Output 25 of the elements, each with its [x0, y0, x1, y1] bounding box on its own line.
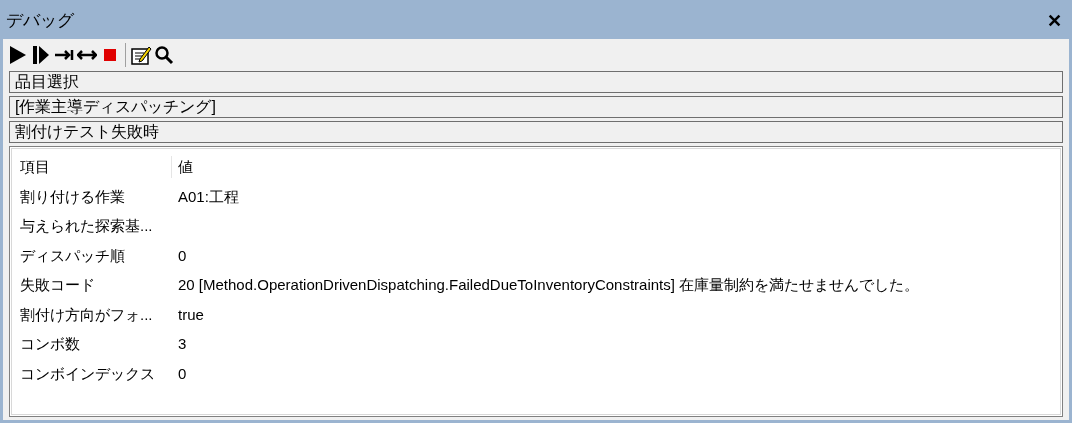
table-cell-text: コンボ数 [20, 334, 81, 354]
column-header[interactable]: 値 [172, 155, 193, 179]
table-cell-text: ディスパッチ順 [20, 245, 126, 266]
table-cell-text: true [178, 304, 204, 325]
table-cell-text: 20 [Method.OperationDrivenDispatching.FailedDueToInventoryConstraints] 在庫量制約を満たせませんでした。 [178, 275, 920, 295]
notepad-pencil-icon [130, 44, 152, 66]
bar-play-icon [32, 45, 50, 65]
search-icon [154, 45, 174, 65]
table-cell-text: 割付け方向がフォ... [20, 304, 154, 325]
table-cell-text: 割り付ける作業 [20, 186, 126, 207]
stop-icon [104, 49, 116, 61]
table-cell-text: 3 [178, 334, 187, 354]
table-cell-text: 0 [178, 363, 187, 384]
window-title: デバッグ [6, 10, 74, 33]
table-cell-text: 失敗コード [20, 275, 96, 295]
play-icon [9, 45, 27, 65]
double-arrow-icon [77, 49, 97, 61]
column-header[interactable]: 項目 [20, 155, 172, 179]
table-cell-text: コンボインデックス [20, 363, 156, 384]
close-button[interactable]: ✕ [1043, 7, 1066, 35]
search-button[interactable] [153, 43, 175, 67]
table-cell-text: 与えられた探索基... [20, 216, 154, 236]
arrow-to-bar-icon [54, 49, 74, 61]
table-cell-text: 0 [178, 245, 187, 266]
table-cell-text: A01:工程 [178, 186, 239, 207]
